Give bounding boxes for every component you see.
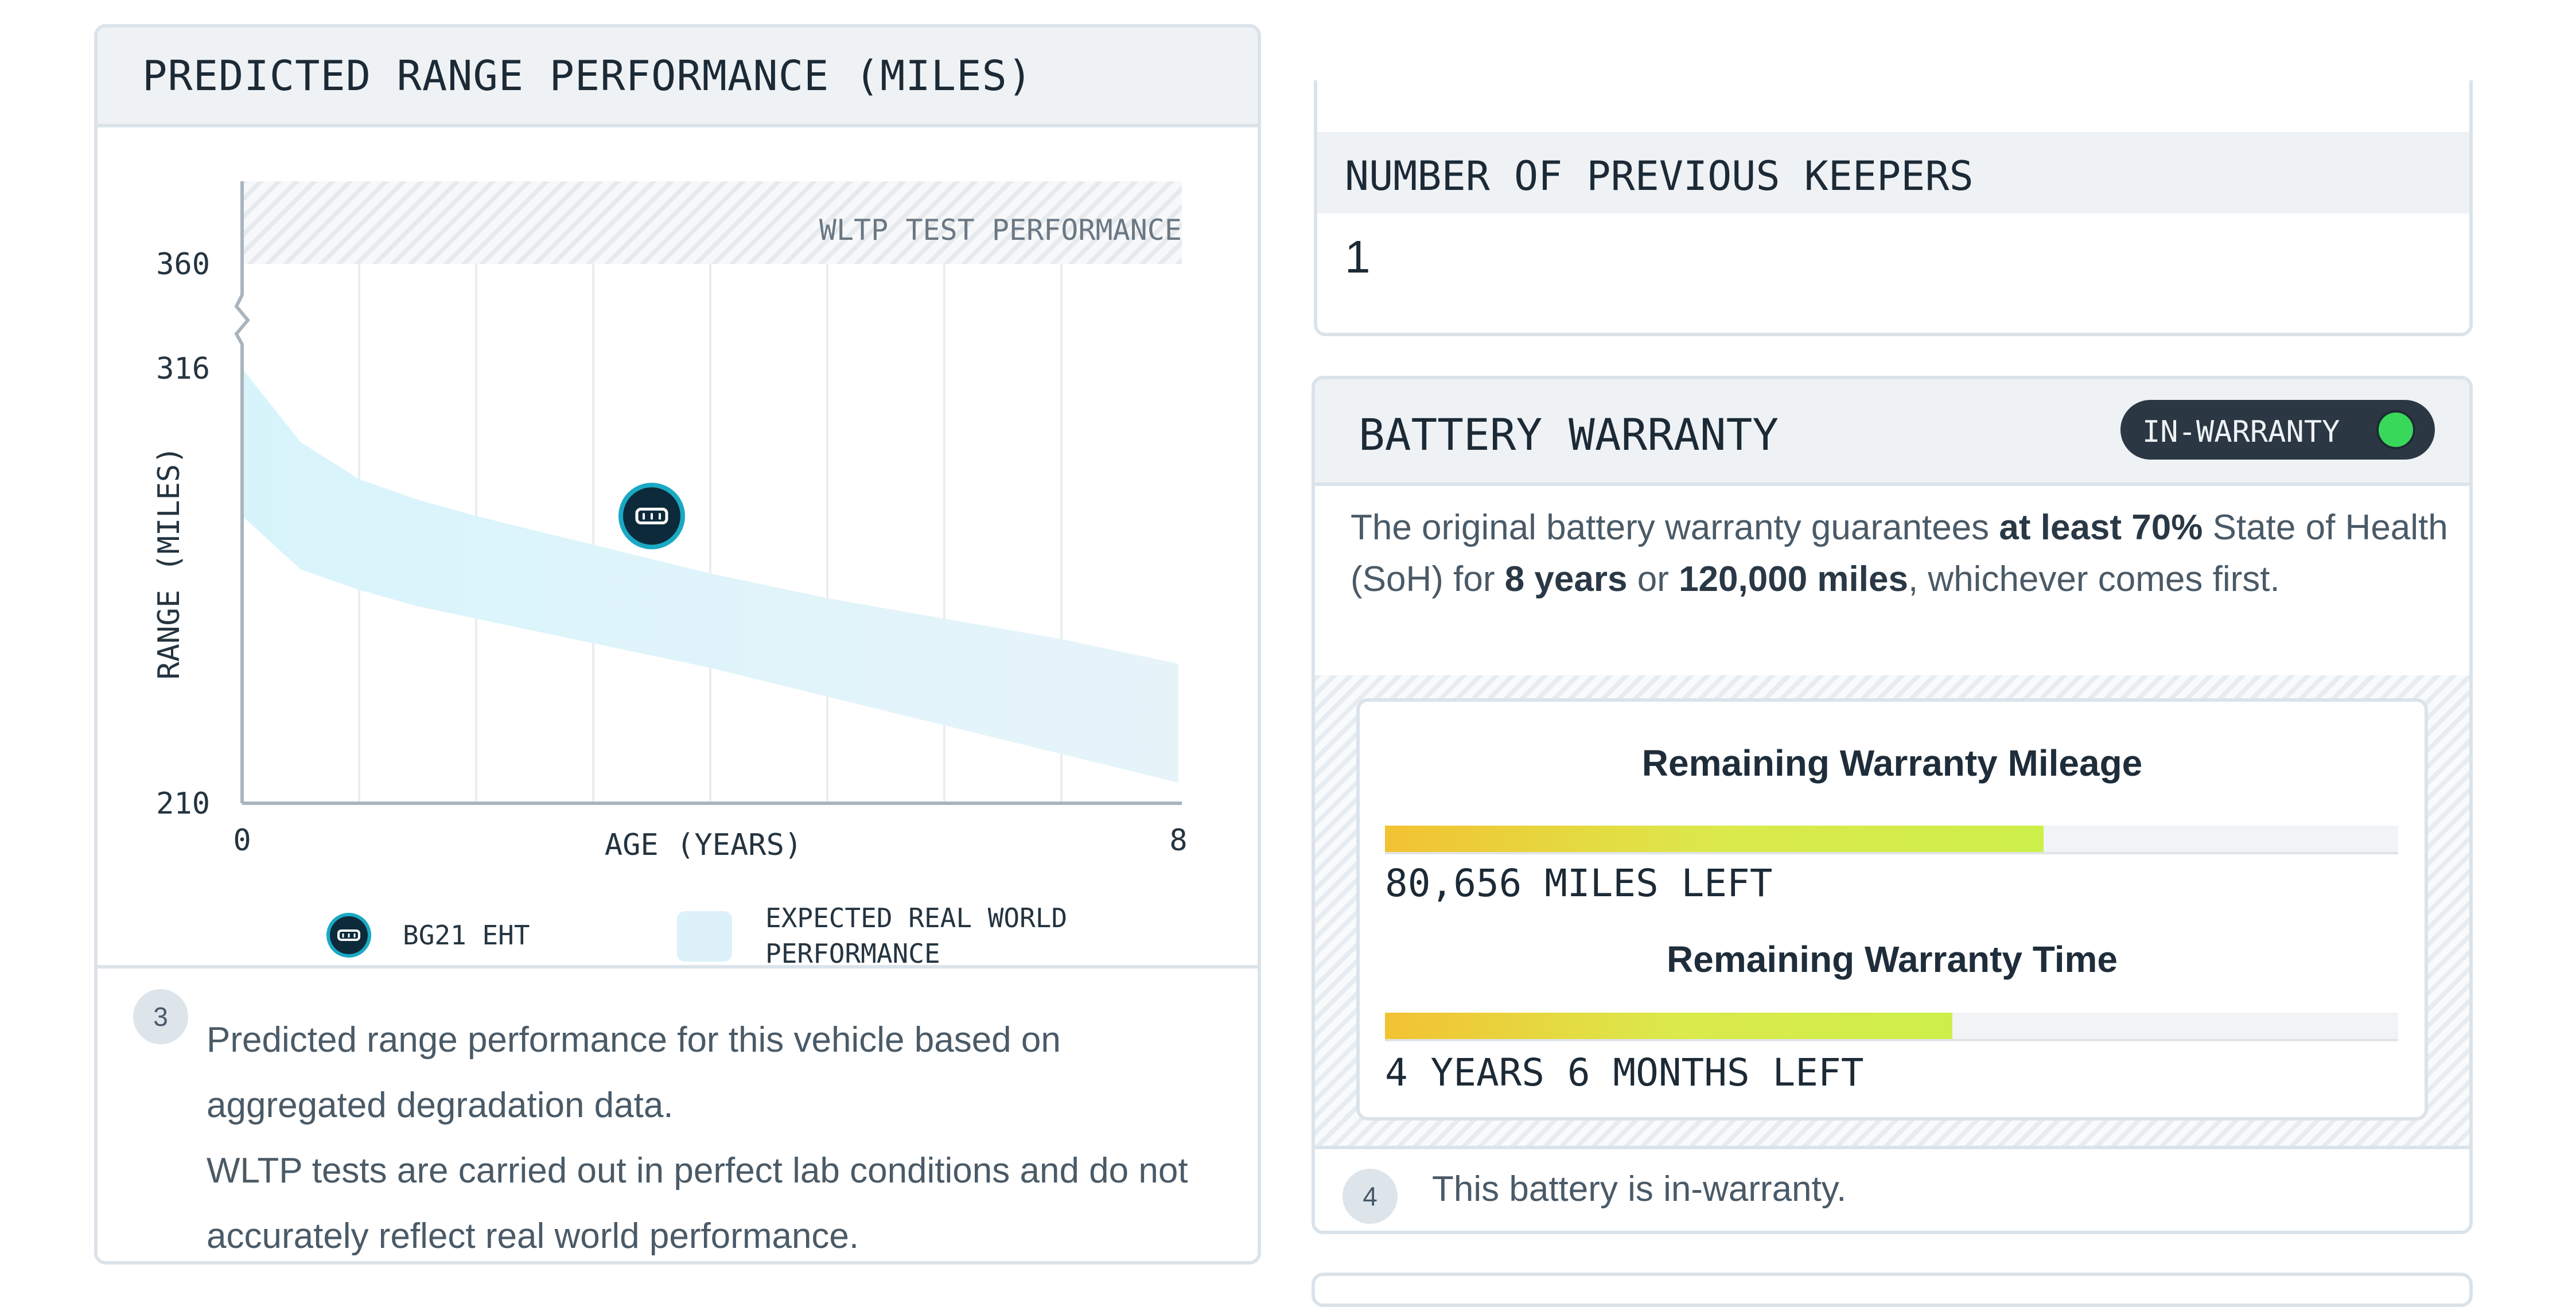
x-tick-label: 8 (1169, 823, 1187, 858)
warranty-title: BATTERY WARRANTY (1359, 409, 1779, 460)
wltp-label: WLTP TEST PERFORMANCE (819, 213, 1182, 247)
warranty-desc-text: The original battery warranty guarantees (1351, 508, 1999, 547)
mileage-progress-bar (1385, 826, 2398, 854)
y-tick-label: 316 (156, 352, 210, 386)
x-axis-label: AGE (YEARS) (605, 828, 802, 862)
remaining-time-title: Remaining Warranty Time (1667, 939, 2118, 980)
y-tick-label: 360 (156, 247, 210, 282)
legend-band-label-line1: EXPECTED REAL WORLD (765, 903, 1067, 933)
y-axis-label: RANGE (MILES) (152, 446, 186, 680)
range-card-header: PREDICTED RANGE PERFORMANCE (MILES) (98, 28, 1258, 127)
x-tick-label: 0 (233, 823, 251, 858)
mileage-left-label: 80,656 MILES LEFT (1385, 861, 1773, 905)
time-progress-fill (1385, 1013, 1952, 1039)
warranty-desc-text: , whichever comes first. (1908, 559, 2280, 599)
warranty-description: The original battery warranty guarantees… (1351, 502, 2452, 605)
car-icon (618, 483, 685, 550)
previous-keepers-card: NUMBER OF PREVIOUS KEEPERS 1 (1314, 80, 2473, 336)
remaining-warranty-panel: Remaining Warranty Mileage 80,656 MILES … (1356, 698, 2428, 1121)
warranty-desc-soh: at least 70% (1999, 508, 2203, 547)
warranty-desc-miles: 120,000 miles (1679, 559, 1908, 599)
warranty-card-divider (1315, 1146, 2469, 1149)
warranty-desc-text: or (1627, 559, 1679, 599)
mileage-progress-fill (1385, 826, 2044, 852)
range-card-title: PREDICTED RANGE PERFORMANCE (MILES) (142, 52, 1033, 100)
in-warranty-badge-label: IN-WARRANTY (2142, 415, 2340, 449)
legend-band-label-line2: PERFORMANCE (765, 938, 940, 965)
next-card-edge (1312, 1273, 2473, 1307)
status-dot-icon (2376, 410, 2415, 449)
range-note: Predicted range performance for this veh… (207, 1008, 1239, 1261)
range-note-line2: WLTP tests are carried out in perfect la… (207, 1151, 1188, 1256)
warranty-desc-years: 8 years (1504, 559, 1628, 599)
vehicle-marker (618, 483, 685, 550)
keepers-value: 1 (1345, 231, 1371, 282)
legend-band-swatch (677, 911, 732, 962)
time-left-label: 4 YEARS 6 MONTHS LEFT (1385, 1051, 1864, 1095)
time-progress-bar (1385, 1013, 2398, 1041)
range-performance-card: PREDICTED RANGE PERFORMANCE (MILES) WLTP… (94, 24, 1261, 1265)
range-card-divider (98, 965, 1258, 968)
legend-vehicle-label: BG21 EHT (403, 920, 530, 951)
warranty-hatch-area: Remaining Warranty Mileage 80,656 MILES … (1315, 675, 2469, 1146)
in-warranty-badge: IN-WARRANTY (2120, 400, 2435, 460)
remaining-mileage-title: Remaining Warranty Mileage (1641, 742, 2143, 784)
range-chart: WLTP TEST PERFORMANCE 210 316 360 0 8 AGE (… (152, 181, 1188, 965)
legend-vehicle-icon (326, 913, 371, 958)
warranty-note: This battery is in-warranty. (1432, 1169, 1847, 1209)
battery-warranty-card: BATTERY WARRANTY IN-WARRANTY The origina… (1312, 376, 2473, 1234)
keepers-title: NUMBER OF PREVIOUS KEEPERS (1345, 153, 1974, 200)
legend: BG21 EHT EXPECTED REAL WORLD PERFORMANCE (326, 903, 1067, 965)
step-badge-3: 3 (133, 989, 188, 1044)
warranty-card-header: BATTERY WARRANTY IN-WARRANTY (1315, 379, 2469, 486)
y-tick-label: 210 (156, 787, 210, 821)
step-badge-4: 4 (1343, 1169, 1398, 1224)
range-note-line1: Predicted range performance for this veh… (207, 1020, 1061, 1125)
